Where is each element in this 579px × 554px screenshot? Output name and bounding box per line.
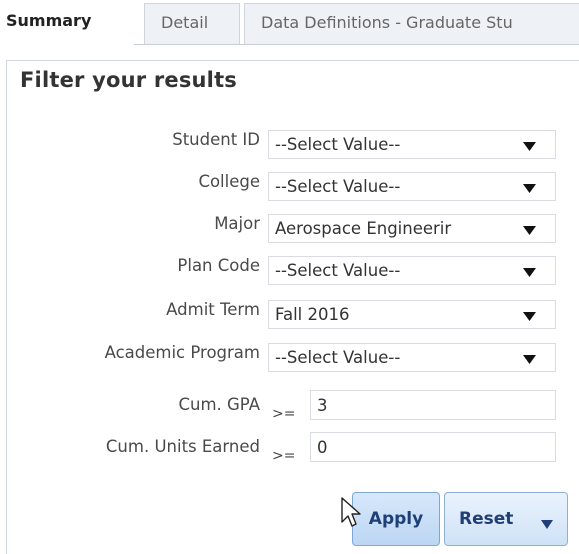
chevron-down-icon	[541, 514, 553, 534]
major-label: Major	[214, 214, 260, 233]
page: Summary Detail Data Definitions - Gradua…	[0, 0, 579, 554]
plan-code-select[interactable]: --Select Value--	[268, 256, 556, 285]
dropdown-arrow-icon[interactable]	[523, 173, 537, 200]
apply-button[interactable]: Apply	[352, 492, 440, 546]
student-id-value: --Select Value--	[275, 135, 401, 154]
tab-detail-label: Detail	[161, 13, 209, 32]
tab-summary-label: Summary	[6, 11, 92, 30]
major-select[interactable]: Aerospace Engineerir	[268, 214, 556, 243]
cum-units-label: Cum. Units Earned	[105, 437, 260, 456]
apply-label: Apply	[368, 509, 424, 529]
dropdown-arrow-icon[interactable]	[523, 344, 537, 371]
dropdown-arrow-icon[interactable]	[523, 257, 537, 284]
admit-term-label: Admit Term	[166, 300, 260, 319]
tab-summary[interactable]: Summary	[0, 0, 134, 45]
reset-label: Reset	[459, 509, 514, 529]
college-select[interactable]: --Select Value--	[268, 172, 556, 201]
filter-title: Filter your results	[20, 68, 238, 92]
admit-term-select[interactable]: Fall 2016	[268, 300, 556, 329]
admit-term-value: Fall 2016	[275, 305, 350, 324]
plan-code-label: Plan Code	[177, 256, 260, 275]
dropdown-arrow-icon[interactable]	[523, 215, 537, 242]
academic-program-value: --Select Value--	[275, 348, 401, 367]
cum-gpa-label: Cum. GPA	[178, 395, 260, 414]
tab-data-definitions-label: Data Definitions - Graduate Stu	[261, 13, 513, 32]
cum-gpa-input[interactable]	[310, 390, 556, 420]
dropdown-arrow-icon[interactable]	[523, 131, 537, 158]
tab-detail[interactable]: Detail	[144, 3, 240, 44]
college-label: College	[198, 172, 260, 191]
academic-program-select[interactable]: --Select Value--	[268, 343, 556, 372]
gpa-operator: >=	[272, 406, 296, 422]
plan-code-value: --Select Value--	[275, 261, 401, 280]
units-operator: >=	[272, 448, 296, 464]
academic-program-label: Academic Program	[104, 343, 260, 362]
tab-data-definitions[interactable]: Data Definitions - Graduate Stu	[244, 3, 579, 44]
major-value: Aerospace Engineerir	[275, 219, 452, 238]
dropdown-arrow-icon[interactable]	[523, 301, 537, 328]
reset-button[interactable]: Reset	[444, 492, 568, 546]
student-id-label: Student ID	[172, 130, 260, 149]
student-id-select[interactable]: --Select Value--	[268, 130, 556, 159]
cum-units-input[interactable]	[310, 432, 556, 462]
tab-bar: Summary Detail Data Definitions - Gradua…	[0, 0, 579, 45]
college-value: --Select Value--	[275, 177, 401, 196]
